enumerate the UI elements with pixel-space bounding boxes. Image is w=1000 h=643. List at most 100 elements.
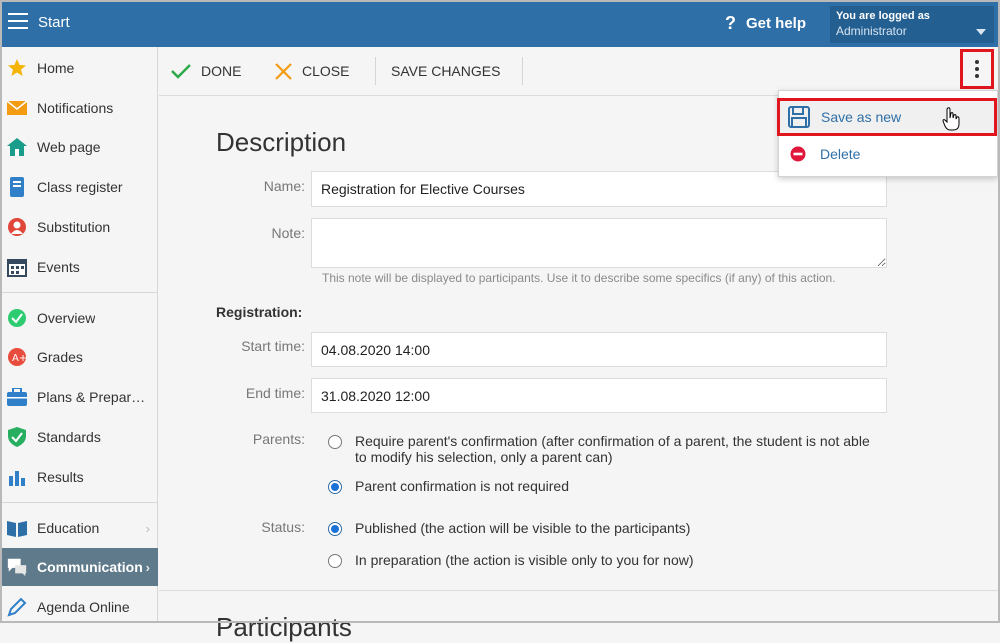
sidebar-item-label: Substitution — [37, 219, 111, 235]
sidebar-item-notifications[interactable]: Notifications — [0, 89, 158, 127]
shield-icon — [6, 426, 28, 448]
note-field[interactable] — [311, 218, 887, 268]
status-in-preparation-radio[interactable]: In preparation (the action is visible on… — [328, 552, 875, 568]
radio-label: In preparation (the action is visible on… — [355, 552, 694, 568]
sidebar-item-label: Agenda Online — [37, 599, 130, 615]
save-as-new-label: Save as new — [821, 109, 902, 125]
end-time-label: End time: — [245, 385, 305, 401]
check-circle-icon — [6, 307, 28, 329]
sidebar-item-label: Results — [37, 469, 84, 485]
sidebar-item-results[interactable]: Results — [0, 458, 158, 496]
sidebar-item-label: Education — [37, 520, 100, 536]
parents-require-confirmation-radio[interactable]: Require parent's confirmation (after con… — [328, 433, 875, 465]
sidebar-divider — [0, 292, 158, 293]
person-icon — [6, 216, 28, 238]
grade-icon: A+ — [6, 346, 28, 368]
radio-button[interactable] — [328, 554, 342, 568]
chevron-right-icon: › — [145, 520, 150, 536]
sidebar-item-label: Communication — [37, 559, 143, 575]
login-username: Administrator — [836, 24, 907, 38]
sidebar-item-substitution[interactable]: Substitution — [0, 208, 158, 246]
sidebar-item-label: Overview — [37, 310, 96, 326]
sidebar-item-agenda-online[interactable]: Agenda Online — [0, 588, 158, 626]
action-toolbar: DONE CLOSE SAVE CHANGES — [159, 47, 998, 96]
help-icon: ? — [725, 13, 736, 33]
name-label: Name: — [263, 178, 305, 194]
sidebar-item-label: Plans & Prepar… — [37, 389, 146, 405]
sidebar: Home Notifications Web page Class regist… — [0, 47, 158, 623]
sidebar-item-education[interactable]: Education › — [0, 509, 158, 547]
sidebar-item-plans[interactable]: Plans & Prepar… — [0, 378, 158, 416]
sidebar-item-label: Standards — [37, 429, 101, 445]
more-options-icon[interactable] — [960, 49, 994, 89]
status-published-radio[interactable]: Published (the action will be visible to… — [328, 520, 875, 536]
svg-text:A+: A+ — [12, 353, 27, 364]
status-label: Status: — [261, 519, 305, 535]
radio-button[interactable] — [328, 435, 342, 449]
radio-label: Require parent's confirmation (after con… — [355, 433, 870, 465]
sidebar-item-home[interactable]: Home — [0, 49, 158, 87]
close-icon — [275, 62, 292, 80]
login-caption: You are logged as — [836, 10, 930, 22]
sidebar-item-communication[interactable]: Communication › — [0, 548, 158, 586]
sidebar-item-label: Notifications — [37, 100, 114, 116]
done-button[interactable]: DONE — [171, 47, 241, 95]
more-options-menu: Save as new Delete — [777, 90, 998, 177]
user-account-dropdown[interactable]: You are logged as Administrator — [830, 6, 994, 43]
page-title: Description — [216, 127, 347, 157]
hand-cursor-icon — [942, 107, 960, 134]
sidebar-item-label: Web page — [37, 139, 101, 155]
close-label: CLOSE — [302, 63, 350, 79]
participants-heading: Participants — [216, 612, 352, 642]
start-time-field[interactable] — [311, 332, 887, 367]
get-help-label: Get help — [746, 15, 807, 32]
chevron-down-icon — [976, 29, 986, 35]
radio-label: Parent confirmation is not required — [355, 478, 569, 494]
toolbar-divider — [522, 57, 523, 85]
delete-label: Delete — [820, 146, 861, 162]
done-label: DONE — [201, 63, 242, 79]
note-label: Note: — [271, 225, 305, 241]
delete-icon — [786, 142, 810, 166]
save-as-new-menu-item[interactable]: Save as new — [777, 98, 997, 136]
end-time-field[interactable] — [311, 378, 887, 413]
get-help-button[interactable]: ? Get help — [725, 13, 806, 34]
star-icon — [6, 57, 28, 79]
sidebar-item-overview[interactable]: Overview — [0, 299, 158, 337]
registration-heading: Registration: — [216, 304, 303, 320]
sidebar-item-standards[interactable]: Standards — [0, 418, 158, 456]
bar-chart-icon — [6, 466, 28, 488]
radio-button[interactable] — [328, 522, 342, 536]
envelope-icon — [6, 97, 28, 119]
chevron-right-icon: › — [145, 559, 150, 575]
sidebar-item-label: Home — [37, 60, 75, 76]
sidebar-item-label: Class register — [37, 179, 123, 195]
chat-icon — [6, 556, 28, 578]
check-icon — [171, 63, 191, 79]
note-hint: This note will be displayed to participa… — [322, 271, 836, 285]
open-book-icon — [6, 517, 28, 539]
start-time-label: Start time: — [241, 338, 305, 354]
calendar-icon — [6, 256, 28, 278]
save-changes-button[interactable]: SAVE CHANGES — [391, 47, 500, 95]
toolbar-divider — [375, 57, 376, 85]
briefcase-icon — [6, 386, 28, 408]
parents-not-required-radio[interactable]: Parent confirmation is not required — [328, 478, 875, 494]
sidebar-item-events[interactable]: Events — [0, 248, 158, 286]
radio-label: Published (the action will be visible to… — [355, 520, 691, 536]
hamburger-menu-icon[interactable] — [8, 13, 28, 31]
sidebar-item-web-page[interactable]: Web page — [0, 128, 158, 166]
sidebar-item-label: Events — [37, 259, 80, 275]
house-icon — [6, 136, 28, 158]
radio-button[interactable] — [328, 480, 342, 494]
sidebar-item-label: Grades — [37, 349, 83, 365]
close-button[interactable]: CLOSE — [275, 47, 349, 95]
parents-label: Parents: — [252, 431, 305, 447]
sidebar-item-class-register[interactable]: Class register — [0, 168, 158, 206]
delete-menu-item[interactable]: Delete — [779, 136, 997, 172]
sidebar-divider — [0, 502, 158, 503]
floppy-disk-icon — [787, 105, 811, 129]
sidebar-item-grades[interactable]: A+ Grades — [0, 338, 158, 376]
top-bar: Start ? Get help You are logged as Admin… — [0, 0, 1000, 47]
book-icon — [6, 176, 28, 198]
